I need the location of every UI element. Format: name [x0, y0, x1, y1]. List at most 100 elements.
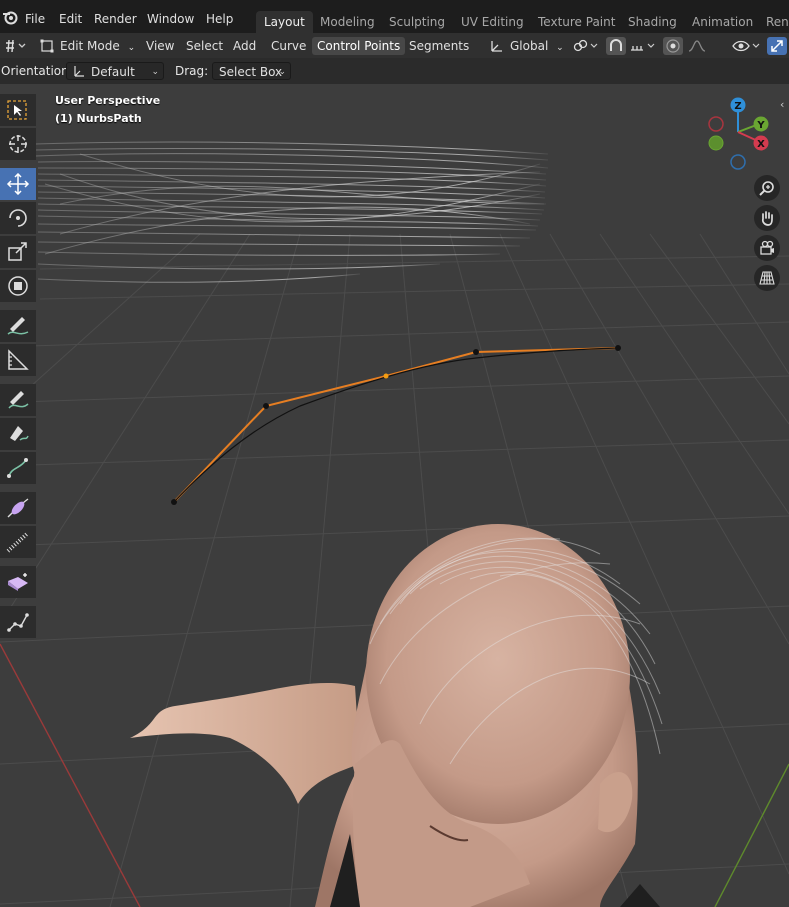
- transform-orientation-label: Global: [510, 39, 549, 53]
- link-icon: [573, 39, 598, 52]
- workspace-tab-shading[interactable]: Shading: [620, 11, 685, 33]
- tool-curve-pen[interactable]: [0, 452, 36, 484]
- gizmo-arrows-icon: [771, 40, 783, 52]
- scale-icon: [8, 242, 27, 261]
- sidebar-toggle-icon[interactable]: ‹: [780, 98, 784, 111]
- nurbs-path[interactable]: [171, 345, 621, 505]
- draw-curve-icon: [8, 391, 29, 409]
- 3d-viewport[interactable]: User Perspective (1) NurbsPath Z Y X ‹: [0, 84, 789, 907]
- header-menu-view[interactable]: View: [141, 37, 179, 55]
- chevron-down-icon: ⌄: [151, 67, 159, 77]
- snap-target-dropdown[interactable]: [627, 37, 659, 55]
- tool-randomize[interactable]: [0, 606, 36, 638]
- chevron-down-icon: ⌄: [127, 43, 136, 53]
- header-menu-segments[interactable]: Segments: [404, 37, 474, 55]
- zoom-view-button[interactable]: [754, 175, 780, 201]
- workspace-tab-rendering[interactable]: Rend: [758, 11, 789, 33]
- tool-radius[interactable]: [0, 526, 36, 558]
- orientation-value: Default: [91, 65, 135, 79]
- negative-z-axis-icon[interactable]: [730, 154, 746, 170]
- magnet-icon: [610, 39, 622, 51]
- drag-label: Drag:: [175, 64, 209, 78]
- visibility-dropdown[interactable]: [730, 37, 764, 55]
- editor-type-button[interactable]: [2, 37, 26, 55]
- tool-transform[interactable]: [0, 270, 36, 302]
- orientation-dropdown[interactable]: Default ⌄: [66, 62, 164, 80]
- gizmo-y-label: Y: [756, 120, 765, 131]
- control-point[interactable]: [615, 345, 621, 351]
- tool-scale[interactable]: [0, 236, 36, 268]
- header-menu-add[interactable]: Add: [228, 37, 261, 55]
- control-point[interactable]: [171, 499, 177, 505]
- menu-window[interactable]: Window: [147, 12, 194, 26]
- proportional-edit-button[interactable]: [663, 37, 683, 55]
- gizmo-toggle-button[interactable]: [767, 37, 787, 55]
- navigation-gizmo[interactable]: Z Y X: [700, 92, 780, 172]
- viewport-view-name: User Perspective: [55, 94, 161, 107]
- camera-icon: [760, 240, 774, 255]
- transform-orientation-dropdown[interactable]: Global ⌄: [486, 37, 569, 55]
- snap-increment-icon: [631, 43, 655, 51]
- workspace-tab-modeling[interactable]: Modeling: [312, 11, 383, 33]
- mode-dropdown[interactable]: Edit Mode ⌄: [36, 37, 140, 55]
- gizmo-x-label: X: [757, 139, 765, 150]
- orientation-gizmo-icon: [74, 66, 84, 77]
- zoom-magnifier-icon: [759, 181, 774, 196]
- pivot-point-button[interactable]: [570, 37, 602, 55]
- menu-render[interactable]: Render: [94, 12, 137, 26]
- grid-perspective-icon: [759, 271, 775, 285]
- workspace-tab-animation[interactable]: Animation: [684, 11, 761, 33]
- header-menu-control-points[interactable]: Control Points: [312, 37, 406, 55]
- proportional-falloff-dropdown[interactable]: [686, 37, 716, 55]
- pan-view-button[interactable]: [754, 205, 780, 231]
- menu-edit[interactable]: Edit: [59, 12, 82, 26]
- editor-type-icon: [6, 39, 26, 53]
- proportional-edit-icon: [666, 39, 680, 53]
- workspace-tab-layout[interactable]: Layout: [256, 11, 313, 33]
- menu-file[interactable]: File: [25, 12, 45, 26]
- blender-logo-icon[interactable]: [2, 9, 18, 25]
- x-axis-line: [0, 643, 141, 907]
- measure-icon: [8, 349, 29, 370]
- viewport-object-name: (1) NurbsPath: [55, 112, 142, 125]
- transform-icon: [8, 276, 28, 296]
- control-point[interactable]: [263, 403, 269, 409]
- mode-label: Edit Mode: [60, 39, 120, 53]
- tool-annotate[interactable]: [0, 310, 36, 342]
- negative-y-axis-icon[interactable]: [708, 135, 724, 151]
- orientation-gizmo-icon: [491, 41, 502, 52]
- camera-view-button[interactable]: [754, 235, 780, 261]
- tool-move[interactable]: [0, 168, 36, 200]
- curve-line: [173, 347, 619, 503]
- tool-tilt[interactable]: [0, 492, 36, 524]
- falloff-curve-icon: [688, 40, 706, 52]
- y-axis-line: [714, 763, 789, 907]
- control-point[interactable]: [383, 373, 389, 379]
- header-menu-select[interactable]: Select: [181, 37, 228, 55]
- workspace-tab-uv-editing[interactable]: UV Editing: [453, 11, 532, 33]
- top-bar: File Edit Render Window Help Layout Mode…: [0, 0, 789, 33]
- orientation-label: Orientation:: [1, 64, 73, 78]
- perspective-toggle-button[interactable]: [754, 265, 780, 291]
- chevron-down-icon: ⌄: [278, 67, 286, 77]
- header-menu-curve[interactable]: Curve: [266, 37, 311, 55]
- tool-cursor[interactable]: [0, 128, 36, 160]
- drag-dropdown[interactable]: Select Box ⌄: [212, 62, 291, 80]
- tool-pen[interactable]: [0, 418, 36, 450]
- randomize-icon: [7, 613, 29, 632]
- tool-measure[interactable]: [0, 344, 36, 376]
- workspace-tab-texture-paint[interactable]: Texture Paint: [530, 11, 623, 33]
- tilt-icon: [7, 498, 29, 518]
- control-point[interactable]: [473, 349, 479, 355]
- menu-help[interactable]: Help: [206, 12, 233, 26]
- tool-select-box[interactable]: [0, 94, 36, 126]
- workspace-tab-sculpting[interactable]: Sculpting: [381, 11, 453, 33]
- tool-draw[interactable]: [0, 384, 36, 416]
- negative-x-axis-icon[interactable]: [708, 116, 724, 132]
- tool-extrude[interactable]: [0, 566, 36, 598]
- tool-rotate[interactable]: [0, 202, 36, 234]
- snap-toggle-button[interactable]: [606, 37, 626, 55]
- curve-pen-icon: [7, 458, 28, 478]
- tool-settings-bar: Orientation: Default ⌄ Drag: Select Box …: [0, 58, 789, 84]
- move-icon: [6, 173, 30, 195]
